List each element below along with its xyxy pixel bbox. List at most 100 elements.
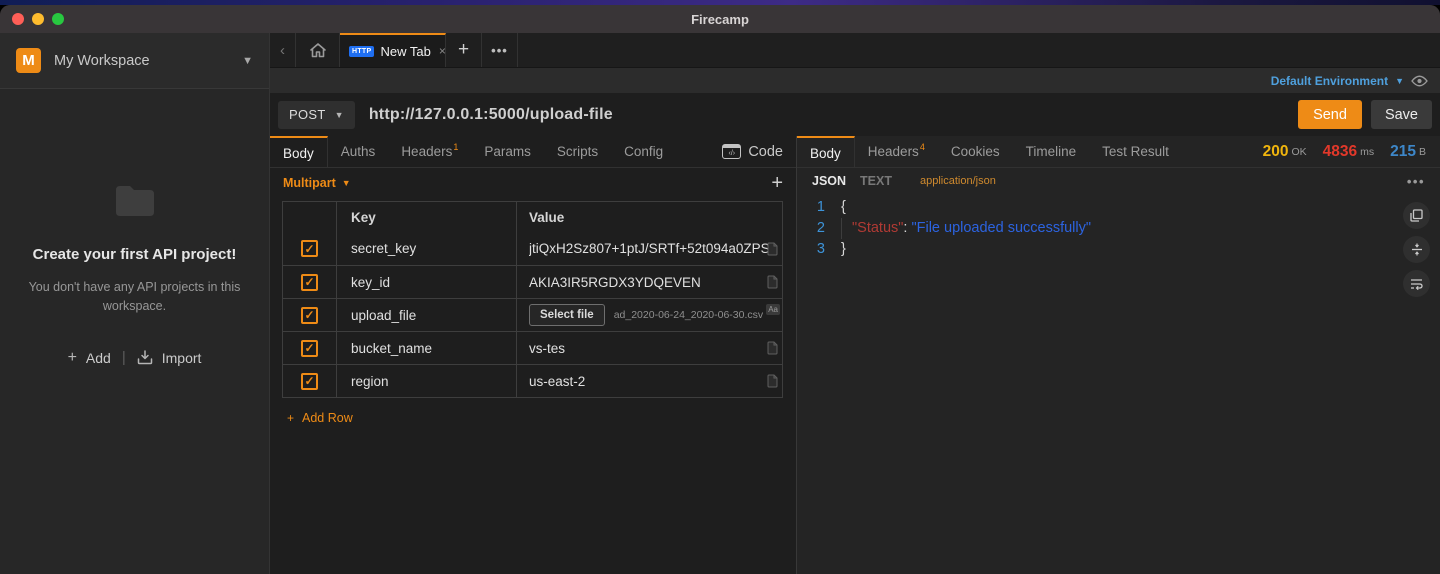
send-button[interactable]: Send bbox=[1298, 100, 1362, 129]
response-size-unit: B bbox=[1418, 145, 1426, 158]
response-tab-label: Headers bbox=[867, 144, 919, 159]
fold-button[interactable] bbox=[1403, 236, 1430, 263]
import-project-button[interactable]: Import bbox=[162, 350, 202, 366]
format-tab-text[interactable]: TEXT bbox=[860, 174, 892, 188]
row-checkbox[interactable]: ✓ bbox=[301, 339, 318, 357]
line-content: "Status": "File uploaded successfully" bbox=[841, 218, 1091, 239]
row-key: bucket_name bbox=[351, 340, 433, 356]
body-type-label: Multipart bbox=[283, 176, 336, 190]
table-row: ✓ key_id AKIA3IR5RGDX3YDQEVEN bbox=[283, 265, 782, 298]
zoom-window-button[interactable] bbox=[52, 13, 64, 25]
json-token-key: "Status" bbox=[852, 220, 904, 236]
chevron-down-icon: ▼ bbox=[341, 178, 351, 188]
response-time-unit: ms bbox=[1360, 145, 1375, 158]
json-token-plain: { bbox=[841, 199, 846, 215]
request-tab-auths[interactable]: Auths bbox=[328, 136, 389, 167]
response-tab-headers[interactable]: Headers 4 bbox=[855, 136, 938, 167]
traffic-lights bbox=[12, 13, 64, 25]
tab-count-badge: 1 bbox=[453, 141, 459, 152]
close-window-button[interactable] bbox=[12, 13, 24, 25]
table-row: ✓ upload_file Select file ad_2020-06-24_202… bbox=[283, 298, 782, 331]
response-tabs: Body Headers 4 Cookies Timeline Test Result 2… bbox=[797, 136, 1440, 168]
file-icon bbox=[767, 242, 778, 255]
workspace-avatar: M bbox=[16, 48, 41, 73]
select-file-button[interactable]: Select file bbox=[529, 304, 605, 326]
row-key-cell[interactable]: upload_file bbox=[337, 299, 517, 331]
code-button[interactable]: ‹/› Code bbox=[722, 136, 796, 167]
row-key: region bbox=[351, 373, 389, 389]
row-key-cell[interactable]: bucket_name bbox=[337, 332, 517, 364]
row-checkbox[interactable]: ✓ bbox=[301, 240, 318, 257]
history-back-button[interactable]: ‹ bbox=[270, 33, 296, 67]
response-tab-label: Test Result bbox=[1102, 144, 1169, 159]
chevron-down-icon: ▼ bbox=[334, 109, 344, 120]
line-number: 1 bbox=[816, 199, 825, 215]
body-type-dropdown[interactable]: Multipart ▼ bbox=[283, 176, 351, 190]
row-checkbox[interactable]: ✓ bbox=[301, 306, 318, 324]
key-column-header: Key bbox=[337, 202, 517, 232]
response-status: 200 OK 4836 ms 215 B bbox=[1263, 136, 1440, 167]
row-value: jtiQxH2Sz807+1ptJ/SRTf+52t094a0ZPS bbox=[529, 241, 770, 256]
main-area: ‹ HTTP New Tab × + ••• Default Environme… bbox=[270, 33, 1440, 574]
word-wrap-button[interactable] bbox=[1403, 270, 1430, 297]
url-input[interactable]: http://127.0.0.1:5000/upload-file bbox=[369, 106, 1298, 124]
environment-bar: Default Environment ▼ bbox=[270, 68, 1440, 93]
file-icon bbox=[767, 374, 778, 388]
table-row: ✓ region us-east-2 bbox=[283, 364, 782, 397]
save-button[interactable]: Save bbox=[1370, 100, 1432, 129]
request-tab-params[interactable]: Params bbox=[471, 136, 544, 167]
code-line: 3} bbox=[797, 239, 1440, 260]
request-tab-headers[interactable]: Headers 1 bbox=[388, 136, 471, 167]
minimize-window-button[interactable] bbox=[32, 13, 44, 25]
eye-icon[interactable] bbox=[1411, 75, 1428, 87]
row-value-cell[interactable]: Select file ad_2020-06-24_2020-06-30.csv A… bbox=[517, 299, 782, 331]
row-checkbox-cell: ✓ bbox=[283, 332, 337, 364]
response-tab-body[interactable]: Body bbox=[797, 136, 855, 168]
row-value-cell[interactable]: us-east-2 bbox=[517, 365, 782, 397]
home-button[interactable] bbox=[296, 33, 340, 67]
copy-icon bbox=[1410, 209, 1423, 222]
add-row-label: Add Row bbox=[302, 411, 353, 425]
row-value: vs-tes bbox=[529, 340, 566, 356]
row-value-cell[interactable]: vs-tes bbox=[517, 332, 782, 364]
new-tab-button[interactable]: + bbox=[446, 33, 482, 67]
row-key-cell[interactable]: region bbox=[337, 365, 517, 397]
row-value-cell[interactable]: AKIA3IR5RGDX3YDQEVEN bbox=[517, 266, 782, 298]
method-dropdown[interactable]: POST ▼ bbox=[278, 100, 355, 129]
request-tab-body[interactable]: Body bbox=[270, 136, 328, 168]
body-type-row: Multipart ▼ + bbox=[270, 168, 796, 198]
row-checkbox-cell: ✓ bbox=[283, 266, 337, 298]
request-tab[interactable]: HTTP New Tab × bbox=[340, 33, 446, 67]
table-row: ✓ secret_key jtiQxH2Sz807+1ptJ/SRTf+52t094… bbox=[283, 232, 782, 265]
response-body-toolbar: JSON TEXT application/json ••• bbox=[797, 168, 1440, 194]
row-checkbox[interactable]: ✓ bbox=[301, 273, 318, 291]
workspace-switcher[interactable]: M My Workspace ▼ bbox=[0, 33, 269, 89]
code-line: 1{ bbox=[797, 197, 1440, 218]
text-mode-icon: Aa bbox=[766, 304, 780, 315]
line-number: 3 bbox=[816, 241, 825, 257]
row-checkbox[interactable]: ✓ bbox=[301, 372, 318, 390]
request-tab-scripts[interactable]: Scripts bbox=[544, 136, 611, 167]
add-row-button[interactable]: + Add Row bbox=[287, 411, 796, 425]
tab-count-badge: 4 bbox=[919, 141, 925, 152]
add-project-button[interactable]: Add bbox=[86, 350, 111, 366]
code-icon: ‹/› bbox=[722, 144, 742, 159]
response-tab-cookies[interactable]: Cookies bbox=[938, 136, 1013, 167]
tab-overflow-button[interactable]: ••• bbox=[482, 33, 518, 67]
row-key-cell[interactable]: key_id bbox=[337, 266, 517, 298]
response-tab-timeline[interactable]: Timeline bbox=[1013, 136, 1090, 167]
request-panel: Body Auths Headers 1 Params Scripts Config ‹/›… bbox=[270, 136, 797, 574]
copy-button[interactable] bbox=[1403, 202, 1430, 229]
response-body-editor[interactable]: 1{2 "Status": "File uploaded successfully… bbox=[797, 194, 1440, 574]
add-row-plus-button[interactable]: + bbox=[771, 172, 783, 195]
response-tab-test-result[interactable]: Test Result bbox=[1089, 136, 1182, 167]
request-tab-config[interactable]: Config bbox=[611, 136, 676, 167]
environment-selector[interactable]: Default Environment bbox=[1271, 74, 1388, 88]
more-options-button[interactable]: ••• bbox=[1407, 174, 1425, 189]
close-tab-icon[interactable]: × bbox=[439, 44, 446, 58]
format-tab-json[interactable]: JSON bbox=[812, 174, 846, 188]
indent-guide bbox=[841, 218, 849, 239]
row-value-cell[interactable]: jtiQxH2Sz807+1ptJ/SRTf+52t094a0ZPS bbox=[517, 232, 782, 265]
method-label: POST bbox=[289, 107, 326, 122]
row-key-cell[interactable]: secret_key bbox=[337, 232, 517, 265]
